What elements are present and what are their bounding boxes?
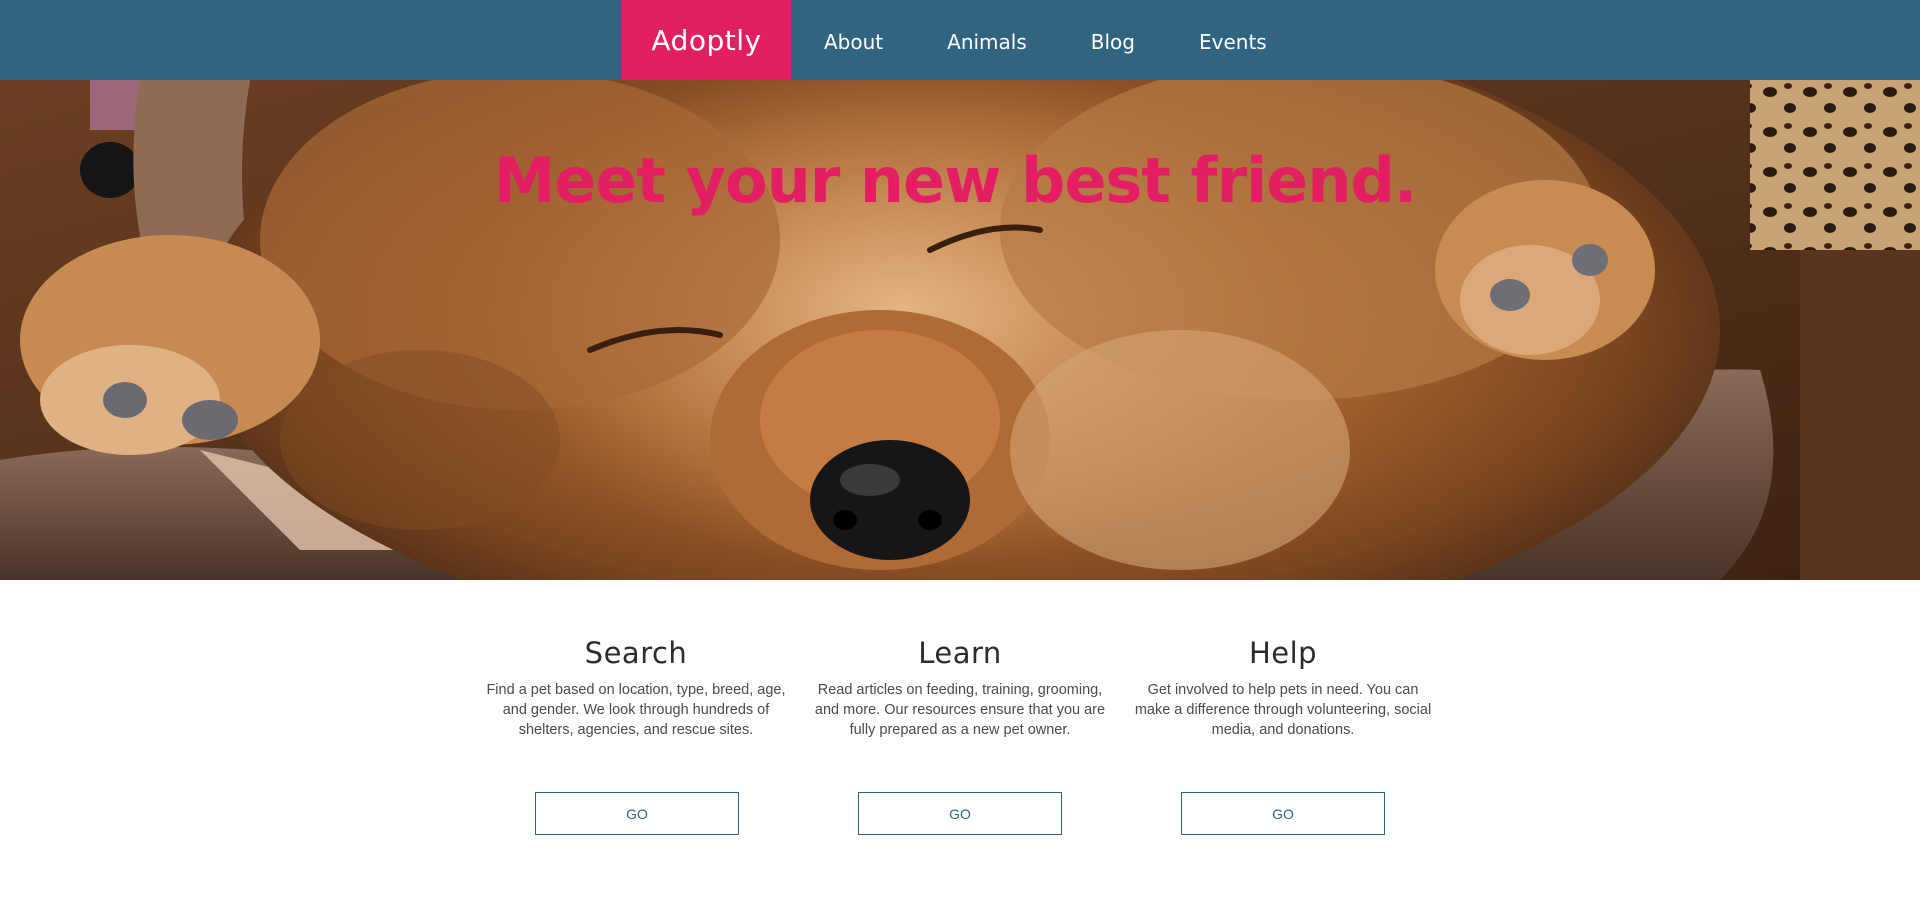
main-nav: Adoptly About Animals Blog Events xyxy=(622,0,1267,80)
features-section: Search Find a pet based on location, typ… xyxy=(0,580,1920,911)
feature-search-text: Find a pet based on location, type, bree… xyxy=(486,682,786,738)
feature-help-text: Get involved to help pets in need. You c… xyxy=(1134,682,1432,738)
nav-link-animals[interactable]: Animals xyxy=(947,26,1027,54)
feature-search: Search Find a pet based on location, typ… xyxy=(486,636,786,740)
learn-go-button[interactable]: GO xyxy=(858,792,1062,835)
search-go-button[interactable]: GO xyxy=(535,792,739,835)
feature-learn-title: Learn xyxy=(918,636,1002,670)
help-go-button[interactable]: GO xyxy=(1181,792,1385,835)
feature-help: Help Get involved to help pets in need. … xyxy=(1133,636,1433,740)
nav-link-about[interactable]: About xyxy=(824,26,883,54)
nav-links: About Animals Blog Events xyxy=(824,0,1267,80)
hero-title: Meet your new best friend. xyxy=(493,144,1418,217)
feature-learn-text: Read articles on feeding, training, groo… xyxy=(814,682,1106,738)
hero-section: Meet your new best friend. xyxy=(0,80,1920,580)
nav-link-events[interactable]: Events xyxy=(1199,26,1267,54)
feature-learn: Learn Read articles on feeding, training… xyxy=(810,636,1110,740)
nav-link-blog[interactable]: Blog xyxy=(1091,26,1135,54)
feature-help-title: Help xyxy=(1248,636,1318,670)
brand-logo-link[interactable]: Adoptly xyxy=(622,0,791,80)
feature-search-title: Search xyxy=(584,636,688,670)
top-navbar: Adoptly About Animals Blog Events xyxy=(0,0,1920,80)
